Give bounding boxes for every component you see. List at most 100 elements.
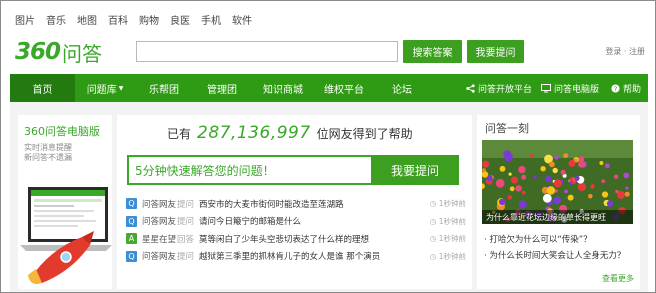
flower-dot (549, 161, 555, 168)
question-action: 提问 (177, 199, 195, 210)
clock-icon: ◷ (429, 251, 439, 261)
question-row[interactable]: Q 问答网友 提问 请问今日簸宁的邮箱是什么 ◷ 1秒钟前 (126, 213, 466, 231)
flower-dot (568, 160, 576, 167)
question-time: ◷ 1秒钟前 (424, 198, 466, 209)
qa-moment-link-1[interactable]: · 打哈欠为什么可以“传染”？ (484, 233, 592, 245)
search-input[interactable] (136, 41, 398, 62)
question-user[interactable]: 星星在望 (142, 233, 176, 245)
stats-suffix: 位网友得到了帮助 (316, 127, 413, 141)
nav-knowledge-mall[interactable]: 知识商城 (251, 74, 315, 102)
flower-dot (590, 184, 595, 189)
question-time-text: 1秒钟前 (438, 251, 466, 261)
nav-admin-group[interactable]: 管理团 (193, 74, 251, 102)
question-panel: 已有 287,136,997 位网友得到了帮助 5分钟快速解答您的问题！ 我要提… (117, 115, 472, 289)
clock-icon: ◷ (429, 234, 439, 244)
ask-input[interactable]: 5分钟快速解答您的问题！ (127, 155, 371, 185)
flower-dot (601, 179, 605, 183)
question-row[interactable]: Q 问答网友 提问 西安市的大麦市街何时能改造至莲湖路 ◷ 1秒钟前 (126, 195, 466, 213)
svg-text:?: ? (614, 86, 617, 93)
question-title[interactable]: 西安市的大麦市街何时能改造至莲湖路 (199, 198, 424, 210)
flower-dot (509, 186, 515, 192)
monitor-icon (541, 83, 551, 92)
question-time-text: 1秒钟前 (438, 234, 466, 244)
stats-count: 287,136,997 (197, 123, 311, 143)
question-user[interactable]: 问答网友 (142, 198, 176, 210)
nav-help-group[interactable]: 乐帮团 (135, 74, 193, 102)
pc-version-promo[interactable]: 360问答电脑版 实时消息提醒 新问答不遗漏 (18, 115, 112, 289)
question-time-text: 1秒钟前 (438, 216, 466, 226)
view-more-link[interactable]: 查看更多 (602, 273, 634, 284)
flower-dot (530, 154, 534, 158)
featured-caption: 为什么靠近花坛边缘的草长得更旺 (482, 210, 633, 224)
question-type-badge: Q (126, 250, 137, 262)
flower-dot (553, 196, 561, 205)
nav-help[interactable]: ? 帮助 (611, 74, 641, 102)
share-icon (466, 83, 475, 93)
flower-dot (545, 175, 552, 182)
top-nav-images[interactable]: 图片 (15, 12, 35, 27)
help-icon: ? (611, 83, 620, 93)
question-title[interactable]: 莫等闲白了少年头空悲切表达了什么样的理想 (199, 233, 424, 245)
nav-pc-version[interactable]: 问答电脑版 (541, 74, 599, 102)
top-nav-music[interactable]: 音乐 (46, 12, 66, 27)
recent-questions-list: Q 问答网友 提问 西安市的大麦市街何时能改造至莲湖路 ◷ 1秒钟前 Q 问答网友 提问 请问今… (126, 195, 466, 265)
search-answers-button[interactable]: 搜索答案 (403, 40, 462, 63)
question-action: 回答 (177, 234, 195, 245)
ask-submit-button[interactable]: 我要提问 (371, 155, 459, 185)
flower-dot (533, 175, 537, 179)
login-register-link[interactable]: 登录 · 注册 (605, 46, 645, 57)
question-type-badge: A (126, 233, 137, 245)
featured-flower-image[interactable]: 为什么靠近花坛边缘的草长得更旺 (482, 140, 633, 224)
qa-moment-title: 问答一刻 (485, 122, 529, 135)
flower-dot (588, 193, 593, 199)
flower-dot (552, 167, 558, 174)
question-time: ◷ 1秒钟前 (424, 251, 466, 262)
question-title[interactable]: 请问今日簸宁的邮箱是什么 (199, 215, 424, 227)
flower-dot (567, 194, 574, 201)
site-logo[interactable]: 360 问答 (15, 39, 102, 66)
question-action: 提问 (177, 252, 195, 263)
top-nav-baike[interactable]: 百科 (108, 12, 128, 27)
flower-dot (560, 169, 566, 175)
laptop-rocket-illustration (20, 187, 112, 284)
question-title[interactable]: 越狱第三季里的抓林肯儿子的女人是谁 那个演员 (199, 250, 424, 262)
top-nav-map[interactable]: 地图 (77, 12, 97, 27)
flower-dot (553, 179, 562, 188)
nav-pc-version-label: 问答电脑版 (554, 84, 600, 95)
flower-dot (498, 198, 506, 206)
top-nav-software[interactable]: 软件 (232, 12, 252, 27)
qa-moment-link-2[interactable]: · 为什么长时间大笑会让人全身无力？ (484, 249, 625, 261)
flower-dot (601, 191, 609, 198)
question-row[interactable]: A 星星在望 回答 莫等闲白了少年头空悲切表达了什么样的理想 ◷ 1秒钟前 (126, 230, 466, 248)
flower-dot (574, 176, 580, 181)
flower-dot (482, 160, 490, 168)
ask-question-button[interactable]: 我要提问 (467, 40, 524, 63)
flower-dot (624, 191, 630, 197)
question-row[interactable]: Q 问答网友 提问 越狱第三季里的抓林肯儿子的女人是谁 那个演员 ◷ 1秒钟前 (126, 248, 466, 266)
question-action: 提问 (177, 217, 195, 228)
clock-icon: ◷ (429, 199, 439, 209)
nav-home[interactable]: 首页 (10, 74, 75, 102)
flower-dot (625, 186, 629, 190)
question-user[interactable]: 问答网友 (142, 215, 176, 227)
question-type-badge: Q (126, 198, 137, 210)
nav-question-library[interactable]: 问题库 ▼ (75, 74, 135, 102)
top-nav-mobile[interactable]: 手机 (201, 12, 221, 27)
flower-dot (482, 168, 486, 173)
question-user[interactable]: 问答网友 (142, 250, 176, 262)
flower-dot (623, 172, 629, 179)
top-nav-shopping[interactable]: 购物 (139, 12, 159, 27)
flower-dot (577, 182, 587, 192)
flower-dot (613, 174, 619, 179)
flower-dot (554, 155, 559, 160)
flower-dot (508, 172, 512, 176)
flower-dot (564, 189, 568, 194)
top-nav-doctor[interactable]: 良医 (170, 12, 190, 27)
flower-dot (604, 163, 610, 169)
chevron-down-icon: ▼ (118, 84, 124, 92)
nav-forum[interactable]: 论坛 (373, 74, 431, 102)
flower-dot (510, 176, 519, 184)
nav-open-platform[interactable]: 问答开放平台 (466, 74, 532, 102)
logo-number: 360 (15, 39, 61, 65)
nav-rights-platform[interactable]: 维权平台 (315, 74, 373, 102)
